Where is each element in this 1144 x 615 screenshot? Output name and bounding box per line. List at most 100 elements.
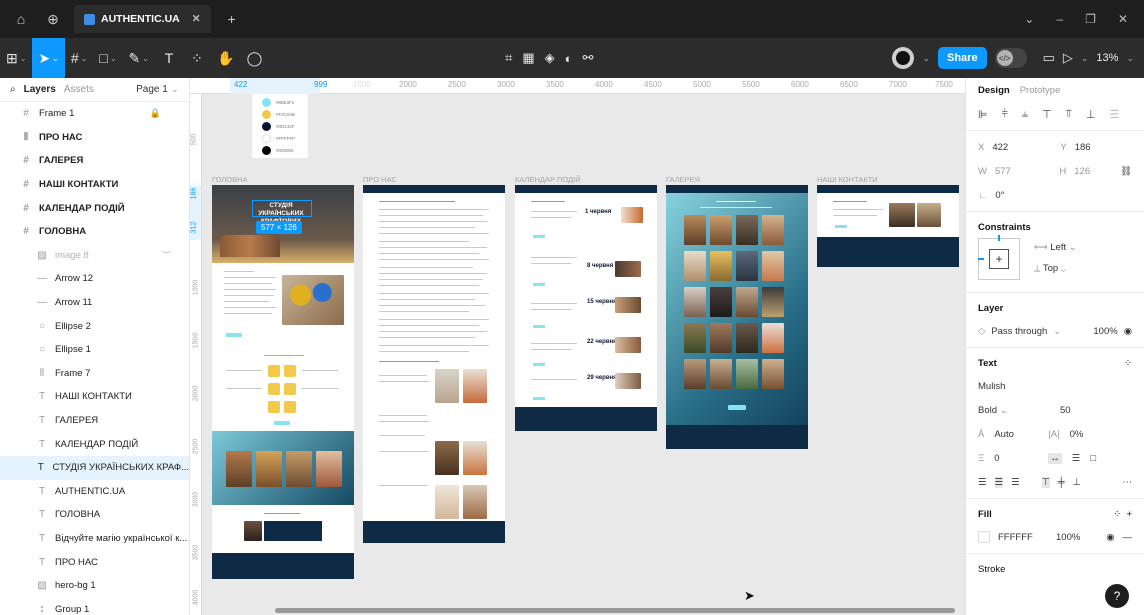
more-options-icon[interactable]: ⋯ [1123, 477, 1133, 488]
layer-item[interactable]: ▨ hero-bg 1 [0, 574, 189, 598]
fill-color-swatch[interactable] [978, 531, 990, 543]
grid-icon[interactable]: ▦ [522, 50, 534, 66]
fill-styles-icon[interactable]: ⁘ [1113, 509, 1121, 520]
layer-item[interactable]: T Відчуйте магію української к... [0, 527, 189, 551]
dev-mode-toggle[interactable]: </> [994, 48, 1027, 68]
home-icon[interactable]: ⌂ [10, 8, 32, 30]
present-icon[interactable]: ▷ [1063, 50, 1073, 66]
h-input[interactable]: 126 [1074, 166, 1112, 177]
layer-item[interactable]: — Arrow 12 [0, 267, 189, 291]
help-button[interactable]: ? [1105, 584, 1129, 608]
chevron-down-icon[interactable]: ⌄ [1024, 12, 1034, 26]
canvas[interactable]: 422 999 1500 2000 2500 3000 3500 4000 45… [190, 78, 965, 615]
fixed-size-icon[interactable]: □ [1090, 453, 1096, 464]
zoom-level[interactable]: 13% [1096, 52, 1118, 64]
eye-icon[interactable]: ◉ [1124, 326, 1132, 337]
frame-contacts[interactable] [817, 185, 959, 267]
layer-item[interactable]: ⦀ ПРО НАС [0, 126, 189, 150]
link-icon[interactable]: ⚯ [582, 50, 593, 66]
contrast-icon[interactable]: ◐ [565, 51, 573, 66]
layer-item[interactable]: T AUTHENTIC.UA [0, 480, 189, 504]
comment-tool[interactable]: ◯ [240, 38, 268, 78]
frame-label-about[interactable]: ПРО НАС [363, 175, 397, 184]
globe-icon[interactable]: ⊕ [42, 8, 64, 30]
share-button[interactable]: Share [938, 47, 987, 69]
color-swatch[interactable] [262, 146, 271, 155]
layer-item[interactable]: — Arrow 11 [0, 291, 189, 315]
align-center-v-icon[interactable]: ⫪ [1066, 108, 1072, 121]
distribute-icon[interactable]: ☰ [1110, 108, 1120, 121]
chevron-down-icon[interactable]: ⌄ [922, 53, 930, 64]
auto-width-icon[interactable]: ↔ [1048, 452, 1062, 464]
layer-item[interactable]: ○ Ellipse 1 [0, 338, 189, 362]
color-swatch[interactable] [262, 98, 271, 107]
font-size-input[interactable]: 50 [1060, 405, 1071, 416]
text-styles-icon[interactable]: ⁘ [1124, 358, 1132, 369]
color-palette-frame[interactable]: #86E3F2 #F2C94B #0D142F #FFFFFF #000000 [252, 94, 308, 158]
color-swatch[interactable] [262, 122, 271, 131]
constrain-proportions-icon[interactable]: ⛓ [1120, 166, 1132, 177]
align-text-top-icon[interactable]: ⊤ [1041, 476, 1050, 488]
layers-tab[interactable]: Layers [24, 84, 56, 95]
layer-item[interactable]: T ГОЛОВНА [0, 503, 189, 527]
layer-item-selected[interactable]: T СТУДІЯ УКРАЇНСЬКИХ КРАФ... [0, 455, 189, 480]
frame-label-calendar[interactable]: КАЛЕНДАР ПОДІЙ [515, 175, 581, 184]
eye-icon[interactable]: ◉ [1106, 532, 1114, 543]
auto-height-icon[interactable]: ☰ [1072, 453, 1081, 464]
w-input[interactable]: 577 [995, 166, 1051, 177]
layer-opacity-input[interactable]: 100% [1093, 326, 1117, 337]
font-weight-select[interactable]: Bold ⌄ [978, 405, 1050, 416]
frame-label-gallery[interactable]: ГАЛЕРЕЯ [666, 175, 700, 184]
align-text-right-icon[interactable]: ☰ [1011, 477, 1020, 488]
chevron-down-icon[interactable]: ⌄ [1126, 53, 1134, 64]
main-menu-button[interactable]: ⊞ ⌄ [0, 38, 32, 78]
layer-item[interactable]: T ГАЛЕРЕЯ [0, 409, 189, 433]
align-left-icon[interactable]: ⊫ [978, 108, 988, 121]
layer-item[interactable]: T КАЛЕНДАР ПОДІЙ [0, 432, 189, 456]
tab-prototype[interactable]: Prototype [1020, 85, 1061, 96]
blend-mode-select[interactable]: Pass through [991, 326, 1047, 337]
lock-icon[interactable]: 🔒 [150, 108, 161, 119]
chevron-down-icon[interactable]: ⌄ [1081, 53, 1089, 64]
layer-item[interactable]: # ГОЛОВНА [0, 220, 189, 244]
hand-tool[interactable]: ✋ [211, 38, 240, 78]
crop-icon[interactable]: ⌗ [505, 50, 512, 66]
align-text-left-icon[interactable]: ☰ [978, 477, 987, 488]
frame-gallery[interactable] [666, 185, 808, 449]
new-tab-button[interactable]: + [221, 8, 243, 30]
layer-item[interactable]: ○ Ellipse 2 [0, 314, 189, 338]
close-window-icon[interactable]: ✕ [1118, 12, 1128, 26]
layer-item[interactable]: ⦂ Group 1 [0, 597, 189, 615]
align-right-icon[interactable]: ⫨ [1022, 108, 1028, 121]
chevron-down-icon[interactable]: ⌄ [1053, 326, 1061, 337]
library-icon[interactable]: ▭ [1043, 50, 1055, 66]
pen-tool[interactable]: ✎ ⌄ [123, 38, 155, 78]
frame-tool[interactable]: # ⌄ [65, 38, 94, 78]
align-text-bottom-icon[interactable]: ⊥ [1073, 477, 1081, 488]
color-swatch[interactable] [262, 134, 271, 143]
frame-about[interactable] [363, 185, 505, 543]
tab-design[interactable]: Design [978, 85, 1010, 96]
line-height-input[interactable]: Auto [994, 429, 1038, 440]
shape-tool[interactable]: □ ⌄ [93, 38, 122, 78]
component-icon[interactable]: ◈ [545, 50, 555, 66]
assets-tab[interactable]: Assets [64, 84, 94, 95]
avatar[interactable] [892, 47, 915, 69]
file-tab[interactable]: AUTHENTIC.UA ✕ [74, 5, 211, 33]
font-family-select[interactable]: Mulish [978, 381, 1005, 392]
constraint-horizontal-select[interactable]: ⟷ Left ⌄ [1034, 242, 1077, 253]
frame-label-home[interactable]: ГОЛОВНА [212, 175, 248, 184]
layer-item[interactable]: # ГАЛЕРЕЯ [0, 149, 189, 173]
search-icon[interactable]: ⌕ [10, 84, 16, 95]
resources-tool[interactable]: ⁘ [183, 38, 211, 78]
add-fill-icon[interactable]: + [1126, 509, 1132, 520]
letter-spacing-input[interactable]: 0% [1070, 429, 1084, 440]
layer-item[interactable]: ▨ image 8 ︶ [0, 244, 189, 268]
constraints-widget[interactable]: + [978, 235, 1020, 280]
color-swatch[interactable] [262, 110, 271, 119]
restore-icon[interactable]: ❐ [1085, 12, 1096, 26]
frame-home[interactable]: СТУДІЯ УКРАЇНСЬКИХ КРАФТОВИХ ВИРОБІВ 577… [212, 185, 354, 579]
constraint-vertical-select[interactable]: ⟂ Top ⌄ [1034, 263, 1077, 274]
align-center-h-icon[interactable]: ⫩ [1002, 108, 1008, 121]
align-bottom-icon[interactable]: ⊥ [1086, 108, 1096, 121]
